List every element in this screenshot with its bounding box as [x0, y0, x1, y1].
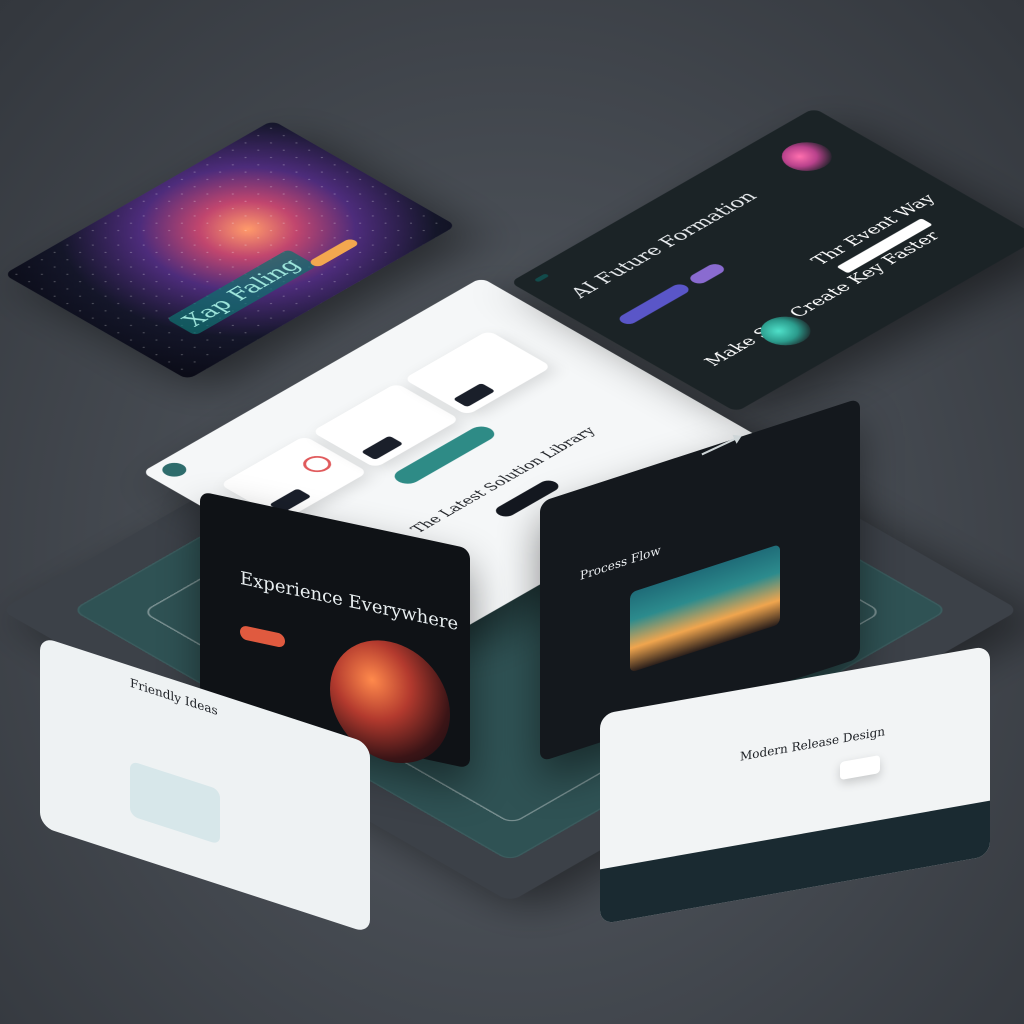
isometric-mockup-scene: Xap Faling The Latest Solution Library A… — [0, 0, 1024, 1024]
right-laptop-title: Process Flow — [580, 542, 661, 583]
ring-icon — [297, 452, 337, 476]
left-laptop-trackpad — [130, 760, 220, 845]
right-laptop-chip[interactable] — [840, 755, 880, 781]
right-laptop-photo — [630, 544, 780, 673]
left-laptop-title: Experience Everywhere — [240, 567, 459, 636]
left-laptop-cta-button[interactable] — [240, 624, 285, 649]
right-laptop-bottom-bar — [600, 800, 990, 925]
coral-tag[interactable] — [533, 273, 550, 283]
logo-icon — [157, 460, 192, 480]
tile-badge — [452, 382, 496, 408]
right-laptop: Process Flow Modern Release Design — [540, 398, 1010, 925]
left-laptop: Experience Everywhere Friendly Ideas — [40, 491, 470, 934]
coral-primary-button[interactable] — [615, 282, 693, 327]
tile-badge — [361, 435, 404, 460]
coral-plant-icon — [750, 310, 821, 352]
coral-flower-icon — [771, 136, 843, 177]
coral-secondary-button[interactable] — [686, 262, 728, 286]
coral-headline: AI Future Formation — [564, 188, 762, 301]
